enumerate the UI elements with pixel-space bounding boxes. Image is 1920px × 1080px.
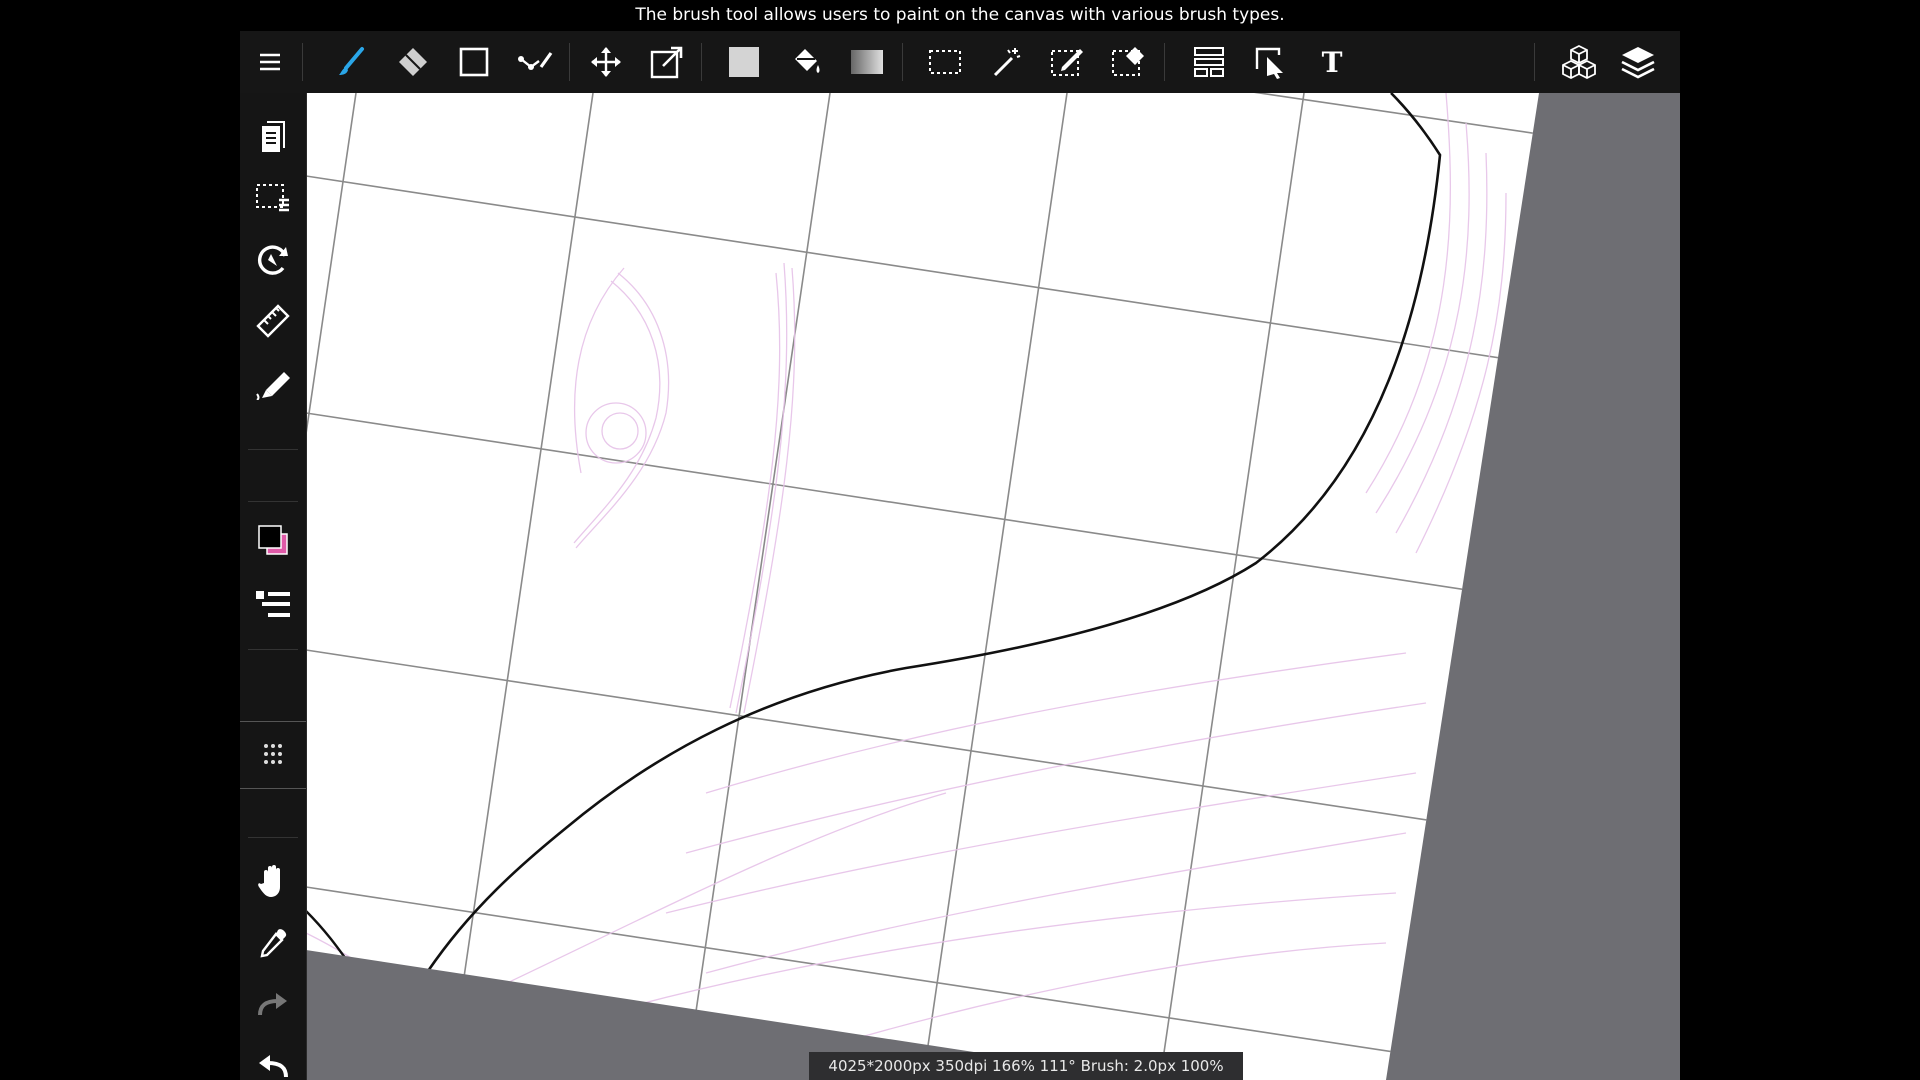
svg-text:T: T xyxy=(1322,46,1343,78)
sidebar-divider xyxy=(248,501,298,502)
eyedropper-icon[interactable] xyxy=(240,914,306,972)
color-swatch[interactable] xyxy=(240,511,306,569)
gradient-icon[interactable] xyxy=(841,31,893,93)
status-bar: 4025*2000px 350dpi 166% 111° Brush: 2.0p… xyxy=(809,1052,1243,1080)
ruler-icon[interactable] xyxy=(240,292,306,350)
select-rect-icon[interactable] xyxy=(919,31,971,93)
text-icon[interactable]: T xyxy=(1306,31,1358,93)
eraser-icon[interactable] xyxy=(387,31,439,93)
fill-color-icon[interactable] xyxy=(718,31,770,93)
undo-icon[interactable] xyxy=(240,1037,306,1080)
layout-icon[interactable] xyxy=(1183,31,1235,93)
drawing-app: T 4025*2000px 350dpi 166% 111° Brush: 2.… xyxy=(240,31,1680,1080)
magic-wand-icon[interactable] xyxy=(981,31,1033,93)
3d-material-icon[interactable] xyxy=(1553,31,1605,93)
toolbar-divider xyxy=(302,43,303,81)
sidebar-divider xyxy=(248,649,298,650)
pages-icon[interactable] xyxy=(240,108,306,166)
select-arrow-icon[interactable] xyxy=(1244,31,1296,93)
redo-icon[interactable] xyxy=(240,975,306,1033)
canvas-paper xyxy=(306,93,1539,1080)
grid-icon[interactable] xyxy=(240,725,306,783)
select-eraser-icon[interactable] xyxy=(1103,31,1155,93)
toolbar-divider xyxy=(569,43,570,81)
toolbar-divider xyxy=(902,43,903,81)
selection-menu-icon[interactable] xyxy=(240,169,306,227)
list-icon[interactable] xyxy=(240,575,306,633)
sidebar-divider xyxy=(248,449,298,450)
drawing-canvas[interactable]: 4025*2000px 350dpi 166% 111° Brush: 2.0p… xyxy=(306,93,1680,1080)
toolbar-divider xyxy=(1164,43,1165,81)
brush-icon[interactable] xyxy=(326,31,378,93)
hand-icon[interactable] xyxy=(240,852,306,910)
top-toolbar: T xyxy=(240,31,1680,93)
left-sidebar xyxy=(240,93,307,1080)
shape-icon[interactable] xyxy=(448,31,500,93)
bucket-icon[interactable] xyxy=(780,31,832,93)
transform-icon[interactable] xyxy=(641,31,693,93)
toolbar-divider xyxy=(1534,43,1535,81)
pen-icon[interactable] xyxy=(240,354,306,412)
sidebar-divider xyxy=(248,837,298,838)
menu-icon[interactable] xyxy=(244,31,296,93)
rotate-icon[interactable] xyxy=(240,231,306,289)
line-icon[interactable] xyxy=(510,31,562,93)
select-pen-icon[interactable] xyxy=(1042,31,1094,93)
layers-icon[interactable] xyxy=(1612,31,1664,93)
video-caption: The brush tool allows users to paint on … xyxy=(635,5,1285,25)
toolbar-divider xyxy=(701,43,702,81)
move-icon[interactable] xyxy=(580,31,632,93)
